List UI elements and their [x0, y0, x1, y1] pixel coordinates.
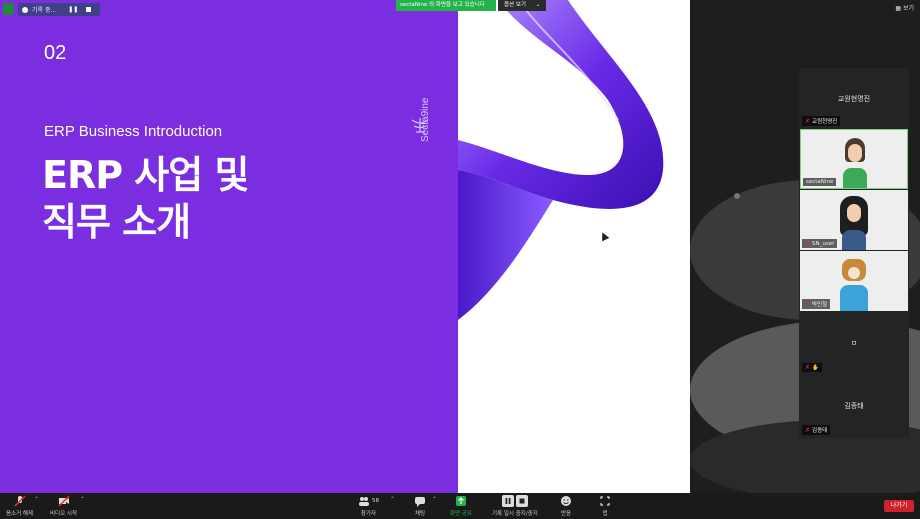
pause-recording-icon[interactable]: ❚❚ — [68, 6, 78, 13]
smiley-icon — [561, 496, 571, 506]
grid-icon: ▦ — [895, 5, 902, 12]
avatar — [838, 196, 870, 250]
slide-title: ERP 사업 및 직무 소개 — [42, 152, 342, 246]
slide-title-line-2: 직무 소개 — [42, 200, 191, 244]
participant-tile[interactable]: ✗ SN_user — [800, 190, 908, 250]
share-screen-button[interactable]: 화면 공유 — [450, 495, 472, 517]
meeting-toolbar: 음소거 해제 ⌃ 비디오 시작 ⌃ 58 참가자 ⌃ 채팅 ⌃ 화면 공유 기록… — [0, 493, 920, 519]
pause-icon — [501, 495, 514, 507]
participant-label: ✗ ✋ — [802, 363, 822, 372]
shared-screen-slide: 02 ERP Business Introduction ERP 사업 및 직무… — [0, 0, 690, 493]
participant-name: 김종태 — [844, 402, 864, 410]
video-off-icon — [58, 495, 70, 507]
participants-icon — [359, 497, 369, 506]
slide-purple-panel: 02 ERP Business Introduction ERP 사업 및 직무… — [0, 0, 458, 493]
leave-button[interactable]: 나가기 — [884, 500, 914, 512]
mic-muted-icon: ✗ — [805, 117, 811, 125]
participant-label: ✗ SN_user — [802, 239, 838, 248]
slide-subtitle: ERP Business Introduction — [44, 123, 223, 140]
participant-tile[interactable]: sectaNine — [800, 129, 908, 189]
participant-tile[interactable]: ✗ 박민철 — [800, 251, 908, 311]
start-video-button[interactable]: 비디오 시작 — [50, 495, 77, 517]
participant-label-text: SN_user — [812, 240, 835, 247]
slide-3d-ribbon-graphic — [458, 0, 690, 493]
stop-icon — [515, 495, 528, 507]
recording-indicator: 기록 중... ❚❚ — [18, 3, 100, 16]
brand-logo-text: Secta9ine — [420, 97, 431, 142]
apps-label: 앱 — [602, 511, 608, 517]
start-video-label: 비디오 시작 — [50, 511, 78, 517]
chevron-up-icon[interactable]: ⌃ — [390, 496, 395, 503]
pause-stop-recording-button[interactable]: 기록 일시 중지/중지 — [492, 495, 538, 517]
participant-label-text: sectaNine — [806, 179, 834, 185]
mic-muted-icon: ✗ — [805, 364, 811, 371]
view-options-label: 옵션 보기 — [504, 2, 526, 8]
participant-gallery: 교원현명진 ✗ 교원현명진 sectaNine ✗ SN_user ✗ 박민철 … — [799, 68, 909, 438]
participants-count: 58 — [372, 498, 379, 504]
zoom-meeting-window: 02 ERP Business Introduction ERP 사업 및 직무… — [0, 0, 920, 519]
mic-muted-icon: ✗ — [805, 426, 811, 434]
apps-button[interactable]: 앱 — [599, 495, 611, 517]
share-screen-label: 화면 공유 — [450, 511, 472, 517]
stop-recording-icon[interactable] — [86, 7, 92, 12]
security-shield-icon[interactable] — [3, 3, 14, 15]
participant-label: ✗ 김종태 — [802, 425, 831, 435]
participant-label: ✗ 교원현명진 — [802, 116, 841, 126]
mic-muted-icon — [14, 495, 26, 507]
hand-icon: ✋ — [812, 364, 819, 371]
participant-name: 교원현명진 — [837, 95, 871, 103]
mic-muted-icon: ✗ — [805, 300, 811, 308]
screen-share-notice: sectaNine 의 화면을 보고 있습니다 — [396, 0, 496, 11]
unmute-label: 음소거 해제 — [6, 511, 34, 517]
participant-label: sectaNine — [803, 178, 837, 186]
participant-label: ✗ 박민철 — [802, 299, 831, 309]
slide-number: 02 — [44, 42, 67, 64]
view-button-label: 보기 — [902, 5, 914, 12]
participant-label-text: 박민철 — [812, 302, 828, 308]
view-options-dropdown[interactable]: 옵션 보기 ⌄ — [498, 0, 546, 11]
avatar — [838, 259, 870, 311]
apps-icon — [600, 496, 610, 506]
participant-tile[interactable]: 김종태 ✗ 김종태 — [800, 375, 908, 437]
brand-logo: Secta9ine — [411, 97, 431, 142]
recording-text: 기록 중... — [32, 7, 57, 14]
unmute-button[interactable]: 음소거 해제 — [6, 495, 33, 517]
avatar — [841, 138, 869, 188]
view-button[interactable]: ▦ 보기 — [895, 3, 914, 12]
participant-tile[interactable]: ㅁ ✗ ✋ — [800, 312, 908, 374]
reactions-label: 반응 — [560, 511, 572, 517]
chat-button[interactable]: 채팅 — [414, 495, 426, 517]
chevron-up-icon[interactable]: ⌃ — [432, 496, 437, 503]
chevron-down-icon: ⌄ — [535, 2, 541, 8]
participant-tile[interactable]: 교원현명진 ✗ 교원현명진 — [800, 68, 908, 128]
pause-recording-label: 기록 일시 중지/중지 — [492, 511, 538, 517]
share-screen-icon — [456, 496, 466, 506]
participants-button[interactable]: 58 참가자 — [358, 495, 379, 517]
chevron-up-icon[interactable]: ⌃ — [80, 496, 85, 503]
participant-label-text: 교원현명진 — [812, 119, 838, 125]
chevron-up-icon[interactable]: ⌃ — [34, 496, 39, 503]
chat-icon — [415, 497, 425, 507]
reactions-button[interactable]: 반응 — [560, 495, 572, 517]
participant-name: ㅁ — [850, 339, 858, 347]
recording-dot-icon — [22, 6, 28, 13]
slide-title-line-1: ERP 사업 및 — [42, 153, 249, 197]
participant-label-text: 김종태 — [812, 428, 828, 434]
participants-label: 참가자 — [360, 511, 377, 517]
chat-label: 채팅 — [414, 511, 426, 517]
mic-muted-icon: ✗ — [805, 240, 811, 247]
